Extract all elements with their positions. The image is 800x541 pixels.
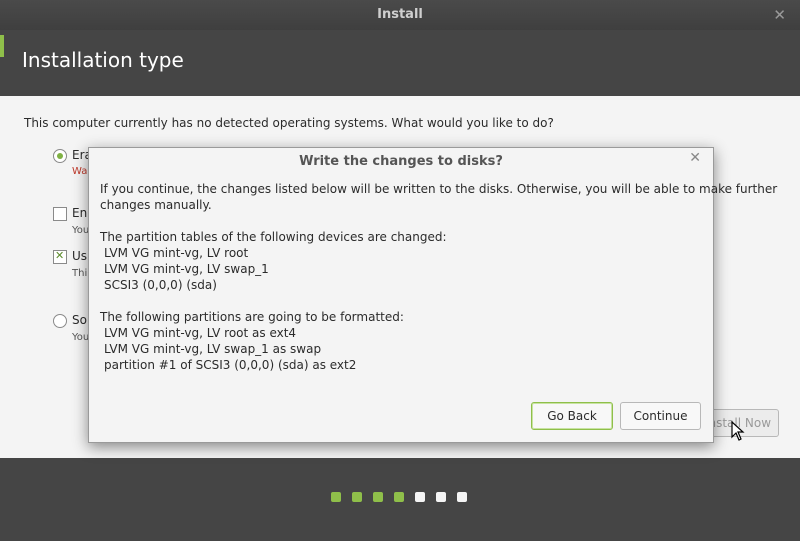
dialog-title: Write the changes to disks? [299, 154, 503, 169]
progress-step-dot [373, 492, 383, 502]
partition-tables-header: The partition tables of the following de… [100, 230, 447, 244]
window-title: Install [377, 7, 423, 22]
format-item: LVM VG mint-vg, LV swap_1 as swap [104, 342, 322, 356]
installation-question: This computer currently has no detected … [24, 116, 554, 130]
go-back-button[interactable]: Go Back [531, 402, 613, 430]
progress-step-dot [457, 492, 467, 502]
page-title: Installation type [22, 48, 184, 72]
accent-stripe [0, 35, 4, 57]
option-lvm-checkbox[interactable] [53, 249, 67, 264]
partition-device-item: LVM VG mint-vg, LV swap_1 [104, 262, 269, 276]
dialog-intro-line: changes manually. [100, 198, 212, 212]
format-item: LVM VG mint-vg, LV root as ext4 [104, 326, 297, 340]
option-something-else-radio[interactable] [53, 314, 67, 328]
option-erase-radio[interactable] [53, 149, 67, 163]
continue-button[interactable]: Continue [620, 402, 701, 430]
write-changes-dialog: Write the changes to disks? ✕ If you con… [88, 147, 778, 443]
option-lvm-label: Us [72, 249, 88, 263]
dialog-intro-line: If you continue, the changes listed belo… [100, 182, 778, 196]
progress-step-dot [331, 492, 341, 502]
option-erase-description: Wa [72, 166, 88, 177]
progress-step-dot [436, 492, 446, 502]
window-close-icon[interactable]: ✕ [773, 0, 786, 30]
option-encrypt-checkbox[interactable] [53, 207, 67, 221]
progress-step-dot [394, 492, 404, 502]
dialog-close-icon[interactable]: ✕ [689, 150, 701, 166]
option-something-else-description: You [72, 332, 90, 343]
progress-dots [331, 492, 467, 502]
option-lvm-description: Thi [72, 268, 88, 279]
page-header: Installation type [0, 30, 800, 96]
option-encrypt-label: En [72, 206, 88, 220]
progress-step-dot [352, 492, 362, 502]
progress-step-dot [415, 492, 425, 502]
partition-device-item: SCSI3 (0,0,0) (sda) [104, 278, 217, 292]
installer-window: Install ✕ Installation type This compute… [0, 0, 800, 541]
option-encrypt-description: You [72, 225, 90, 236]
option-something-else-label: So [72, 313, 87, 327]
format-header: The following partitions are going to be… [100, 310, 404, 324]
format-item: partition #1 of SCSI3 (0,0,0) (sda) as e… [104, 358, 357, 372]
partition-device-item: LVM VG mint-vg, LV root [104, 246, 249, 260]
dialog-body: If you continue, the changes listed belo… [100, 181, 778, 373]
title-bar: Install ✕ [0, 0, 800, 30]
